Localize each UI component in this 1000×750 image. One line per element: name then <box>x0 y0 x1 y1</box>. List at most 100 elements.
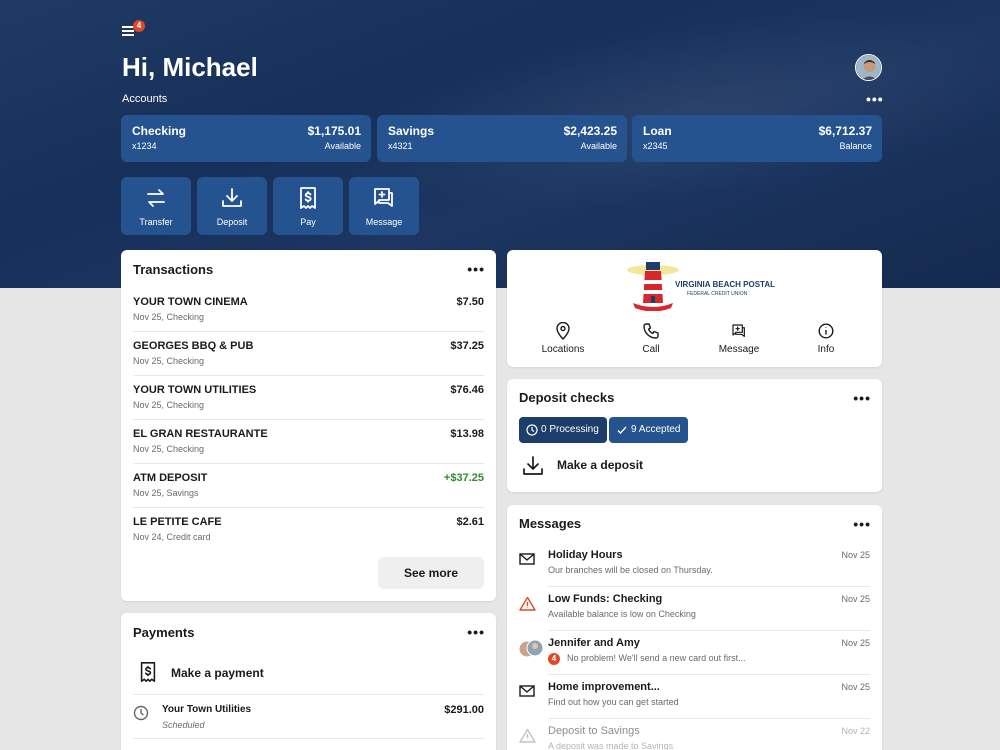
location-pin-icon <box>556 322 570 340</box>
unread-badge: 4 <box>548 653 560 665</box>
account-name: Loan <box>643 124 672 138</box>
message-row[interactable]: Low Funds: Checking Available balance is… <box>507 587 882 631</box>
messages-title: Messages <box>519 516 582 531</box>
phone-icon <box>643 323 659 339</box>
message-button[interactable]: Message <box>349 177 419 235</box>
transaction-row[interactable]: ATM DEPOSIT Nov 25, Savings +$37.25 <box>133 464 484 508</box>
mail-icon <box>519 553 535 565</box>
message-date: Nov 25 <box>841 550 870 560</box>
account-amount-label: Balance <box>839 141 872 151</box>
download-icon <box>222 188 242 207</box>
accepted-label: 9 Accepted <box>631 424 681 435</box>
processing-filter-button[interactable]: 0 Processing <box>519 417 607 443</box>
accepted-filter-button[interactable]: 9 Accepted <box>609 417 689 443</box>
account-tile-checking[interactable]: Checking x1234 $1,175.01 Available <box>121 115 371 162</box>
account-tile-loan[interactable]: Loan x2345 $6,712.37 Balance <box>632 115 882 162</box>
message-snippet: A deposit was made to Savings <box>548 741 674 750</box>
transfer-button[interactable]: Transfer <box>121 177 191 235</box>
account-number: x1234 <box>132 141 157 151</box>
payment-status: Scheduled <box>162 720 205 730</box>
transaction-amount: $37.25 <box>450 340 484 352</box>
warning-icon <box>519 728 536 743</box>
pay-label: Pay <box>300 217 316 227</box>
account-name: Checking <box>132 124 187 138</box>
see-more-button[interactable]: See more <box>378 557 484 589</box>
credit-union-logo: VIRGINIA BEACH POSTAL FEDERAL CREDIT UNI… <box>625 259 775 311</box>
transaction-detail: Nov 25, Checking <box>133 312 205 322</box>
transaction-amount: $2.61 <box>456 516 484 528</box>
pay-button[interactable]: Pay <box>273 177 343 235</box>
transactions-card: Transactions ••• YOUR TOWN CINEMA Nov 25… <box>121 250 496 601</box>
deposit-checks-title: Deposit checks <box>519 390 615 405</box>
message-row[interactable]: Deposit to Savings A deposit was made to… <box>507 719 882 750</box>
transaction-row[interactable]: LE PETITE CAFE Nov 24, Credit card $2.61 <box>133 508 484 552</box>
transaction-row[interactable]: YOUR TOWN CINEMA Nov 25, Checking $7.50 <box>133 288 484 332</box>
credit-union-since: SINCE 1962 <box>641 303 658 307</box>
transaction-detail: Nov 25, Savings <box>133 488 199 498</box>
messages-more-icon[interactable]: ••• <box>853 517 871 531</box>
transaction-amount: +$37.25 <box>443 472 484 484</box>
payments-title: Payments <box>133 625 195 640</box>
message-contact-button[interactable]: Message <box>704 322 774 355</box>
transaction-merchant: ATM DEPOSIT <box>133 472 208 484</box>
info-icon <box>818 323 834 339</box>
transaction-amount: $76.46 <box>450 384 484 396</box>
profile-avatar[interactable] <box>855 54 882 81</box>
message-date: Nov 25 <box>841 594 870 604</box>
transaction-detail: Nov 25, Checking <box>133 444 205 454</box>
transaction-merchant: LE PETITE CAFE <box>133 516 222 528</box>
info-button[interactable]: Info <box>791 322 861 355</box>
transaction-detail: Nov 24, Credit card <box>133 532 211 542</box>
credit-union-subtitle: FEDERAL CREDIT UNION <box>687 291 748 297</box>
transaction-merchant: YOUR TOWN CINEMA <box>133 296 248 308</box>
message-row[interactable]: Holiday Hours Our branches will be close… <box>507 543 882 587</box>
transaction-detail: Nov 25, Checking <box>133 356 205 366</box>
message-title: Holiday Hours <box>548 549 623 561</box>
deposit-label: Deposit <box>216 217 248 227</box>
message-contact-label: Message <box>718 344 760 355</box>
call-label: Call <box>642 344 660 355</box>
message-label: Message <box>365 217 403 227</box>
warning-icon <box>519 596 536 611</box>
bill-icon <box>300 187 316 209</box>
transaction-merchant: GEORGES BBQ & PUB <box>133 340 254 352</box>
notification-badge: 4 <box>133 20 145 32</box>
message-date: Nov 25 <box>841 682 870 692</box>
deposit-checks-more-icon[interactable]: ••• <box>853 391 871 405</box>
bill-icon <box>140 662 156 682</box>
message-snippet: Available balance is low on Checking <box>548 609 696 619</box>
payment-row[interactable]: Your Town Utilities Scheduled $291.00 <box>133 699 484 739</box>
transaction-row[interactable]: EL GRAN RESTAURANTE Nov 25, Checking $13… <box>133 420 484 464</box>
message-title: Low Funds: Checking <box>548 593 663 605</box>
make-deposit-button[interactable]: Make a deposit <box>519 452 719 480</box>
transaction-row[interactable]: GEORGES BBQ & PUB Nov 25, Checking $37.2… <box>133 332 484 376</box>
deposit-button[interactable]: Deposit <box>197 177 267 235</box>
transactions-more-icon[interactable]: ••• <box>467 262 485 276</box>
account-amount-label: Available <box>324 141 361 151</box>
locations-button[interactable]: Locations <box>528 322 598 355</box>
message-row[interactable]: Home improvement... Find out how you can… <box>507 675 882 719</box>
message-title: Jennifer and Amy <box>548 637 640 649</box>
transaction-detail: Nov 25, Checking <box>133 400 205 410</box>
download-icon <box>523 456 543 475</box>
info-label: Info <box>817 344 835 355</box>
account-number: x4321 <box>388 141 413 151</box>
processing-label: 0 Processing <box>541 424 599 435</box>
account-amount-label: Available <box>580 141 617 151</box>
account-tile-savings[interactable]: Savings x4321 $2,423.25 Available <box>377 115 627 162</box>
call-button[interactable]: Call <box>616 322 686 355</box>
payments-more-icon[interactable]: ••• <box>467 625 485 639</box>
accounts-more-icon[interactable]: ••• <box>866 92 884 106</box>
message-date: Nov 25 <box>841 638 870 648</box>
message-snippet: Find out how you can get started <box>548 697 679 707</box>
message-title: Deposit to Savings <box>548 725 640 737</box>
transfer-icon <box>147 189 165 207</box>
make-payment-button[interactable]: Make a payment <box>133 657 484 695</box>
payment-amount: $291.00 <box>444 704 484 716</box>
account-name: Savings <box>388 124 435 138</box>
transaction-row[interactable]: YOUR TOWN UTILITIES Nov 25, Checking $76… <box>133 376 484 420</box>
credit-union-name: VIRGINIA BEACH POSTAL <box>675 280 776 289</box>
make-deposit-label: Make a deposit <box>557 458 644 472</box>
message-row[interactable]: 4 Jennifer and Amy No problem! We'll sen… <box>507 631 882 675</box>
greeting-title: Hi, Michael <box>122 52 258 82</box>
